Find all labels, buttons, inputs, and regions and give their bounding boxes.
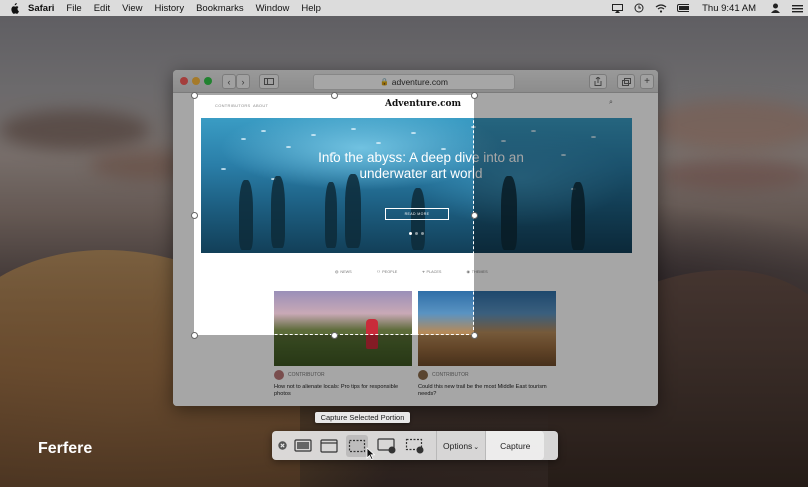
dim-overlay [474, 95, 808, 335]
tooltip: Capture Selected Portion [315, 412, 410, 423]
apple-icon[interactable] [8, 2, 20, 14]
selection-rectangle[interactable] [194, 95, 474, 335]
record-screen-icon[interactable] [376, 435, 398, 457]
capture-entire-screen-icon[interactable] [292, 435, 314, 457]
resize-handle-bottom-right[interactable] [471, 332, 478, 339]
battery-icon[interactable] [677, 3, 690, 13]
resize-handle-bottom-left[interactable] [191, 332, 198, 339]
airplay-icon[interactable] [611, 3, 623, 13]
options-label: Options [443, 440, 473, 451]
menu-icon[interactable] [791, 3, 803, 13]
svg-text:Ferfere: Ferfere [38, 440, 92, 457]
ferfere-logo: Ferfere [38, 440, 92, 457]
menu-clock[interactable]: Thu 9:41 AM [702, 3, 756, 14]
menu-bar: Safari File Edit View History Bookmarks … [0, 0, 808, 16]
capture-button[interactable]: Capture [486, 431, 545, 460]
dim-overlay [0, 335, 808, 487]
mouse-cursor-icon [366, 447, 375, 460]
menu-help[interactable]: Help [301, 3, 321, 14]
resize-handle-left[interactable] [191, 212, 198, 219]
resize-handle-top-right[interactable] [471, 92, 478, 99]
time-machine-icon[interactable] [633, 3, 645, 13]
resize-handle-right[interactable] [471, 212, 478, 219]
chevron-down-icon: ⌄ [473, 443, 480, 451]
menu-edit[interactable]: Edit [94, 3, 110, 14]
user-icon[interactable] [769, 3, 781, 13]
menu-history[interactable]: History [155, 3, 185, 14]
dim-overlay [0, 16, 808, 95]
wifi-icon[interactable] [655, 3, 667, 13]
capture-selection-icon[interactable] [346, 434, 368, 457]
menu-view[interactable]: View [122, 3, 142, 14]
record-selection-icon[interactable] [404, 435, 426, 457]
options-button[interactable]: Options⌄ [437, 441, 485, 451]
resize-handle-top-left[interactable] [191, 92, 198, 99]
capture-window-icon[interactable] [318, 435, 340, 457]
menu-bookmarks[interactable]: Bookmarks [196, 3, 244, 14]
menu-app-name[interactable]: Safari [28, 3, 54, 14]
menu-file[interactable]: File [66, 3, 81, 14]
screenshot-toolbar: Options⌄ Capture [272, 431, 558, 460]
resize-handle-bottom[interactable] [331, 332, 338, 339]
dim-overlay [0, 95, 194, 335]
menu-window[interactable]: Window [256, 3, 290, 14]
resize-handle-top[interactable] [331, 92, 338, 99]
close-icon[interactable] [272, 435, 292, 457]
